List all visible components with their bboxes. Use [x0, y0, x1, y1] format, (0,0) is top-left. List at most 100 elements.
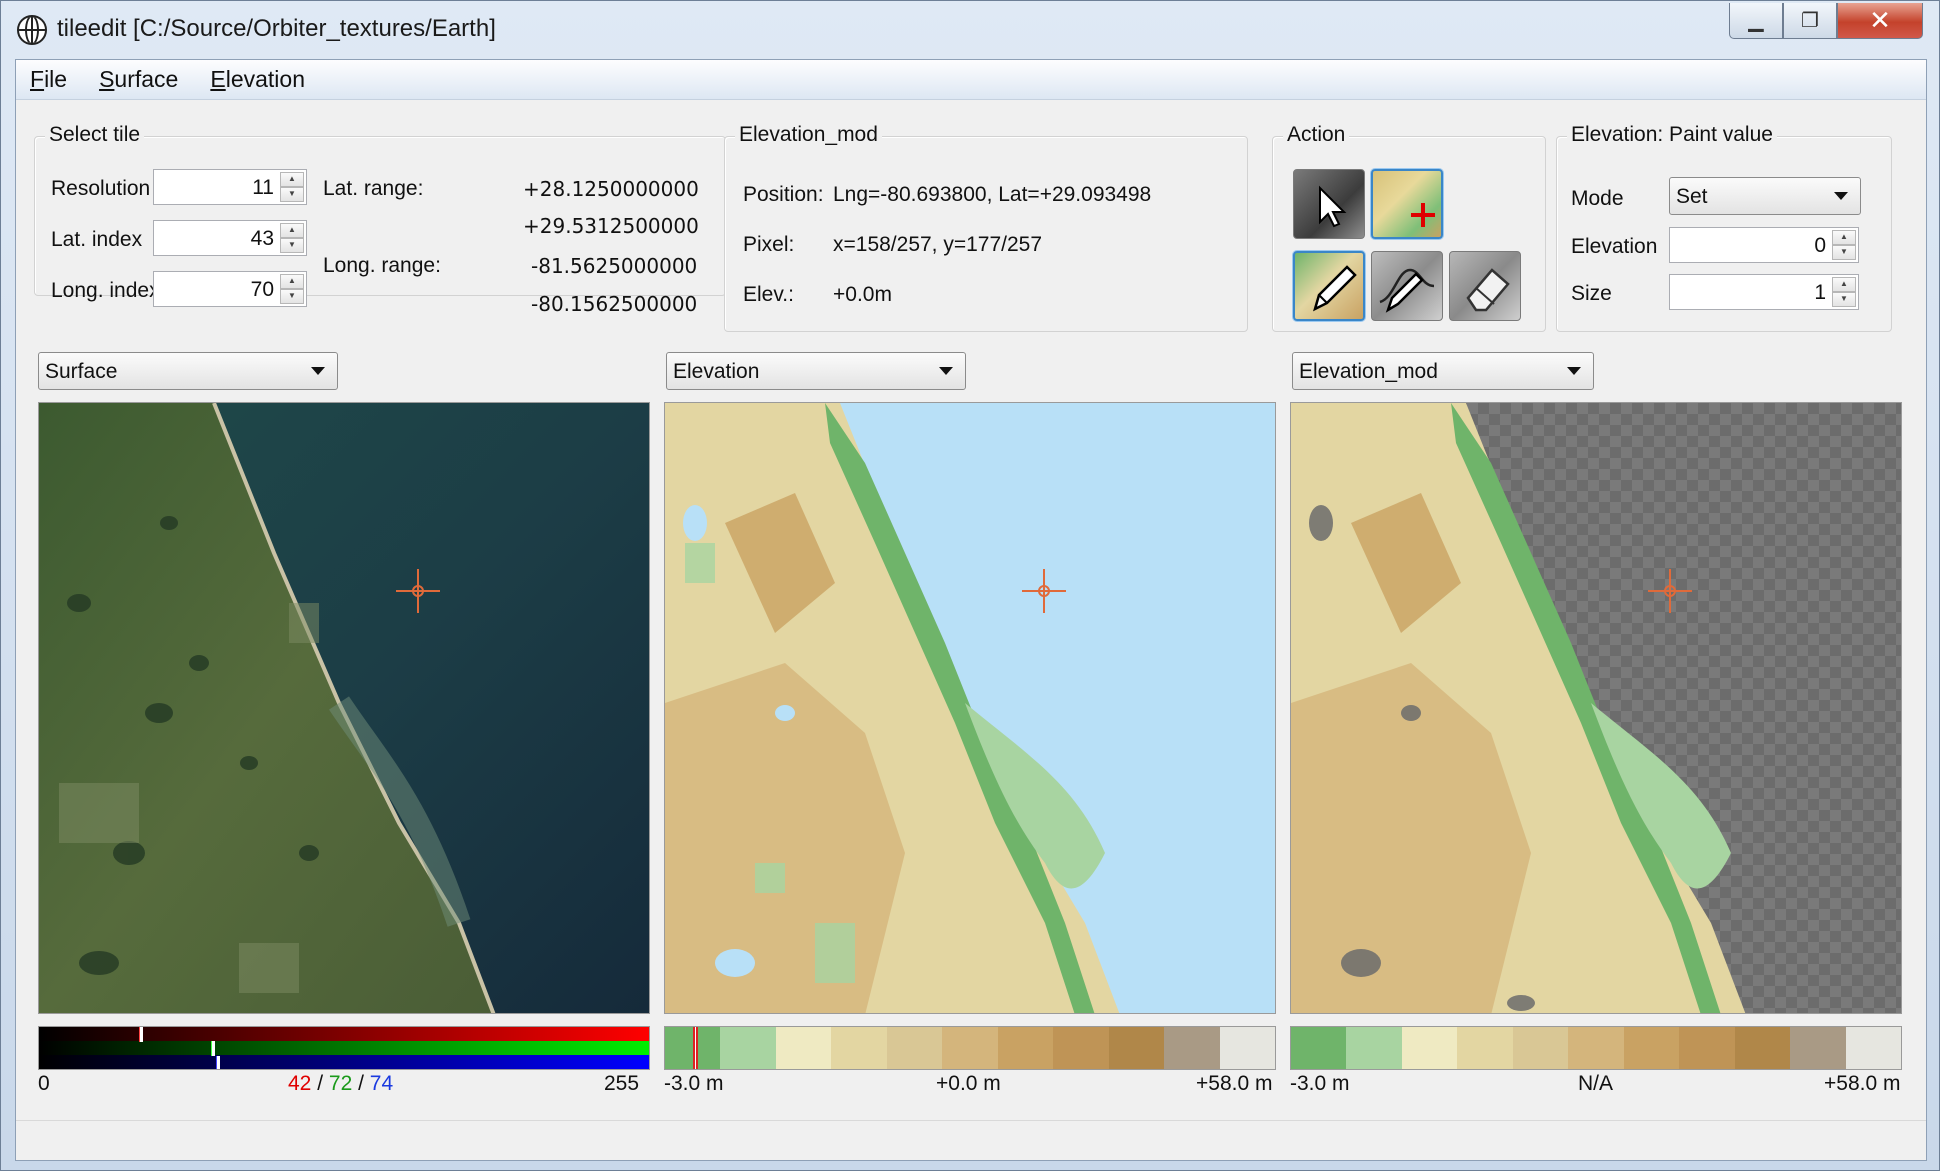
ramp-swatch: [831, 1027, 887, 1069]
long-index-value: 70: [250, 278, 274, 301]
surface-scale-min: 0: [38, 1072, 50, 1095]
menu-file[interactable]: File: [30, 66, 67, 93]
value-marker: [693, 1027, 698, 1069]
ramp-swatch: [1512, 1027, 1569, 1069]
ramp-swatch: [1164, 1027, 1220, 1069]
surface-rgb-histogram[interactable]: [38, 1026, 650, 1070]
curve-tool-button[interactable]: [1371, 251, 1443, 321]
ramp-swatch: [1401, 1027, 1458, 1069]
close-button[interactable]: ✕: [1837, 3, 1923, 39]
position-value: Lng=-80.693800, Lat=+29.093498: [833, 183, 1152, 206]
ramp-swatch: [1291, 1027, 1347, 1069]
ramp-swatch: [1219, 1027, 1275, 1069]
elevation-layer-select[interactable]: Elevation: [666, 352, 966, 390]
surface-map-view[interactable]: [38, 402, 650, 1014]
paint-value-title: Elevation: Paint value: [1567, 123, 1777, 147]
mode-label: Mode: [1571, 187, 1624, 210]
resolution-spinbox[interactable]: 11 ▲ ▼: [153, 169, 307, 205]
elevation-scale-max: +58.0 m: [1196, 1072, 1273, 1095]
spin-up-icon[interactable]: ▲: [280, 172, 304, 187]
select-tile-title: Select tile: [45, 123, 145, 147]
rgb-separator: /: [358, 1072, 364, 1095]
long-range-min: -81.5625000000: [531, 254, 698, 278]
elevation-spinbox[interactable]: 0 ▲ ▼: [1669, 227, 1859, 263]
resolution-label: Resolution: [51, 177, 151, 200]
long-index-spinbox[interactable]: 70 ▲ ▼: [153, 271, 307, 307]
spin-up-icon[interactable]: ▲: [1832, 277, 1856, 292]
ramp-swatch: [886, 1027, 943, 1069]
app-window: tileedit [C:/Source/Orbiter_textures/Ear…: [0, 0, 1940, 1171]
elevation-image: [665, 403, 1275, 1013]
ramp-swatch: [720, 1027, 776, 1069]
elev-label: Elev.:: [743, 283, 794, 306]
spin-up-icon[interactable]: ▲: [1832, 230, 1856, 245]
select-tile-group: Select tile Resolution 11 ▲ ▼ Lat. index …: [34, 123, 726, 316]
mode-select[interactable]: Set: [1669, 177, 1861, 215]
elevation-mod-image: [1291, 403, 1746, 1013]
ramp-swatch: [1346, 1027, 1402, 1069]
ramp-swatch: [1457, 1027, 1513, 1069]
spin-down-icon[interactable]: ▼: [280, 289, 304, 304]
elevation-layer-value: Elevation: [673, 360, 760, 383]
lat-index-label: Lat. index: [51, 228, 143, 251]
elevation-mod-info-group: Elevation_mod Position: Lng=-80.693800, …: [724, 123, 1248, 332]
elevation-value: 0: [1814, 234, 1826, 257]
ramp-swatch: [775, 1027, 832, 1069]
pencil-tool-button[interactable]: [1293, 251, 1365, 321]
pointer-tool-button[interactable]: [1293, 169, 1365, 239]
long-range-max: -80.1562500000: [531, 292, 698, 316]
chevron-down-icon: [1834, 192, 1848, 200]
ramp-swatch: [1679, 1027, 1735, 1069]
action-title: Action: [1283, 123, 1350, 147]
long-index-label: Long. index: [51, 279, 160, 302]
maximize-button[interactable]: ❐: [1783, 3, 1837, 39]
lat-index-spinbox[interactable]: 43 ▲ ▼: [153, 220, 307, 256]
spin-down-icon[interactable]: ▼: [1832, 245, 1856, 260]
elevation-mod-colour-ramp[interactable]: [1290, 1026, 1902, 1070]
spin-up-icon[interactable]: ▲: [280, 223, 304, 238]
green-value: 72: [328, 1072, 353, 1095]
surface-image: [39, 403, 649, 1013]
title-bar: tileedit [C:/Source/Orbiter_textures/Ear…: [1, 1, 1939, 57]
elevation-colour-ramp[interactable]: [664, 1026, 1276, 1070]
menu-bar: File Surface Elevation: [16, 60, 1926, 100]
pixel-label: Pixel:: [743, 233, 795, 256]
elevation-scale-mid: +0.0 m: [936, 1072, 1001, 1095]
elevation-mod-map-view[interactable]: [1290, 402, 1902, 1014]
elevation-mod-layer-select[interactable]: Elevation_mod: [1292, 352, 1594, 390]
cursor-crosshair-icon: [396, 569, 440, 613]
elevation-scale-min: -3.0 m: [664, 1072, 724, 1095]
elevation-mod-scale-min: -3.0 m: [1290, 1072, 1350, 1095]
eraser-tool-button[interactable]: [1449, 251, 1521, 321]
elev-value: +0.0m: [833, 283, 892, 306]
menu-elevation[interactable]: Elevation: [210, 66, 305, 93]
blue-value: 74: [369, 1072, 394, 1095]
action-group: Action: [1272, 123, 1546, 332]
ramp-swatch: [1790, 1027, 1846, 1069]
size-spinbox[interactable]: 1 ▲ ▼: [1669, 274, 1859, 310]
chevron-down-icon: [939, 367, 953, 375]
eraser-icon: [1466, 268, 1510, 312]
add-tile-tool-button[interactable]: [1371, 169, 1443, 239]
add-icon: [1411, 203, 1435, 227]
globe-icon: [17, 15, 47, 45]
ramp-swatch: [1845, 1027, 1901, 1069]
red-value: 42: [288, 1072, 312, 1095]
cursor-crosshair-icon: [1022, 569, 1066, 613]
surface-layer-select[interactable]: Surface: [38, 352, 338, 390]
spin-down-icon[interactable]: ▼: [1832, 292, 1856, 307]
minimize-button[interactable]: ▁: [1729, 3, 1783, 39]
menu-surface[interactable]: Surface: [99, 66, 178, 93]
long-range-label: Long. range:: [323, 254, 441, 277]
spin-down-icon[interactable]: ▼: [280, 238, 304, 253]
pencil-icon: [1313, 265, 1357, 312]
elevation-mod-scale-max: +58.0 m: [1824, 1072, 1901, 1095]
spin-up-icon[interactable]: ▲: [280, 274, 304, 289]
lat-range-label: Lat. range:: [323, 177, 424, 200]
spin-down-icon[interactable]: ▼: [280, 187, 304, 202]
rgb-separator: /: [317, 1072, 324, 1095]
pixel-value: x=158/257, y=177/257: [833, 233, 1043, 256]
ramp-swatch: [942, 1027, 998, 1069]
lat-range-min: +28.1250000000: [523, 177, 699, 201]
elevation-map-view[interactable]: [664, 402, 1276, 1014]
